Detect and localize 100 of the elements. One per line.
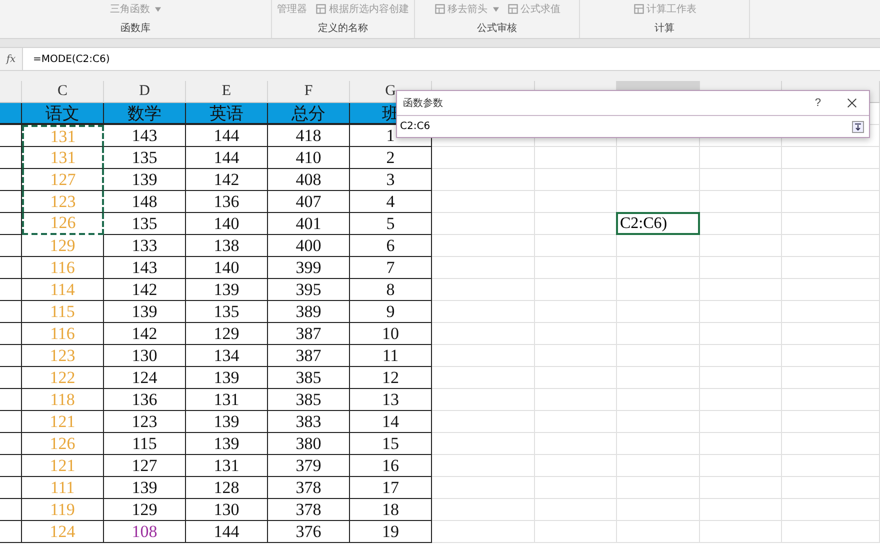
ribbon-icon[interactable] — [632, 3, 644, 15]
table-cell — [0, 389, 22, 411]
table-cell: 2 — [350, 147, 432, 169]
table-cell: 140 — [186, 257, 268, 279]
table-cell: 139 — [104, 301, 186, 323]
table-cell: 126 — [22, 213, 104, 235]
header-cell: 语文 — [22, 103, 104, 125]
ribbon-icon[interactable] — [506, 3, 518, 15]
caret-icon[interactable] — [492, 6, 498, 12]
table-cell: 142 — [186, 169, 268, 191]
table-cell: 144 — [186, 521, 268, 543]
table-cell — [0, 323, 22, 345]
table-cell — [0, 213, 22, 235]
table-cell: 142 — [104, 279, 186, 301]
table-cell: 143 — [104, 125, 186, 147]
table-cell: 16 — [350, 455, 432, 477]
table-cell: 135 — [104, 147, 186, 169]
table-cell: 379 — [268, 455, 350, 477]
header-cell: 数学 — [104, 103, 186, 125]
table-cell: 139 — [186, 411, 268, 433]
table-cell: 378 — [268, 477, 350, 499]
table-cell: 3 — [350, 169, 432, 191]
table-cell: 135 — [186, 301, 268, 323]
table-cell: 136 — [186, 191, 268, 213]
column-header[interactable]: E — [186, 81, 268, 103]
table-cell: 124 — [104, 367, 186, 389]
table-cell: 133 — [104, 235, 186, 257]
table-cell — [0, 125, 22, 147]
table-cell: 129 — [22, 235, 104, 257]
table-cell: 7 — [350, 257, 432, 279]
column-header[interactable] — [0, 81, 22, 103]
table-cell: 129 — [186, 323, 268, 345]
table-cell: 9 — [350, 301, 432, 323]
table-cell: 389 — [268, 301, 350, 323]
table-cell: 139 — [186, 433, 268, 455]
table-cell: 399 — [268, 257, 350, 279]
table-cell — [0, 191, 22, 213]
table-cell: 131 — [22, 125, 104, 147]
caret-icon[interactable] — [155, 6, 161, 12]
table-cell: 139 — [186, 279, 268, 301]
table-cell: 116 — [22, 323, 104, 345]
table-cell: 116 — [22, 257, 104, 279]
table-cell: 115 — [22, 301, 104, 323]
table-cell: 143 — [104, 257, 186, 279]
table-cell: 131 — [22, 147, 104, 169]
table-cell: 144 — [186, 125, 268, 147]
formula-field[interactable]: =MODE(C2:C6) — [23, 48, 880, 70]
table-cell: 378 — [268, 499, 350, 521]
table-cell: 10 — [350, 323, 432, 345]
table-cell: 127 — [22, 169, 104, 191]
table-cell: 136 — [104, 389, 186, 411]
table-cell: 121 — [22, 411, 104, 433]
close-icon[interactable] — [847, 98, 857, 108]
table-cell: 131 — [186, 389, 268, 411]
table-cell: 387 — [268, 345, 350, 367]
ribbon-icon[interactable] — [434, 3, 446, 15]
ribbon-group-label: 公式审核 — [477, 22, 517, 35]
table-cell: 139 — [104, 169, 186, 191]
table-cell: 142 — [104, 323, 186, 345]
table-cell — [0, 169, 22, 191]
table-cell: 139 — [104, 477, 186, 499]
editing-cell[interactable]: C2:C6) — [616, 212, 700, 235]
table-cell — [0, 477, 22, 499]
table-cell: 124 — [22, 521, 104, 543]
table-cell: 407 — [268, 191, 350, 213]
function-label[interactable]: fx — [0, 48, 23, 70]
header-cell — [0, 103, 22, 125]
table-cell: 126 — [22, 433, 104, 455]
table-cell: 13 — [350, 389, 432, 411]
table-cell — [0, 411, 22, 433]
table-cell: 140 — [186, 213, 268, 235]
ribbon-group-label: 定义的名称 — [318, 22, 368, 35]
table-cell: 138 — [186, 235, 268, 257]
table-cell: 128 — [186, 477, 268, 499]
table-cell: 130 — [186, 499, 268, 521]
table-cell: 111 — [22, 477, 104, 499]
table-cell: 123 — [22, 345, 104, 367]
column-header[interactable]: D — [104, 81, 186, 103]
table-cell — [0, 367, 22, 389]
table-cell: 11 — [350, 345, 432, 367]
table-cell: 123 — [104, 411, 186, 433]
table-cell — [0, 433, 22, 455]
table-cell: 115 — [104, 433, 186, 455]
table-cell: 118 — [22, 389, 104, 411]
column-header[interactable]: F — [268, 81, 350, 103]
table-cell: 410 — [268, 147, 350, 169]
header-cell: 总分 — [268, 103, 350, 125]
column-header[interactable]: C — [22, 81, 104, 103]
table-cell: 418 — [268, 125, 350, 147]
table-cell — [0, 455, 22, 477]
ribbon-icon[interactable] — [315, 3, 327, 15]
header-cell: 英语 — [186, 103, 268, 125]
table-cell — [0, 301, 22, 323]
table-cell: 119 — [22, 499, 104, 521]
table-cell: 4 — [350, 191, 432, 213]
help-button[interactable]: ? — [814, 97, 821, 109]
table-cell: 15 — [350, 433, 432, 455]
expand-icon[interactable] — [852, 120, 864, 132]
table-cell: 114 — [22, 279, 104, 301]
table-cell — [0, 521, 22, 543]
